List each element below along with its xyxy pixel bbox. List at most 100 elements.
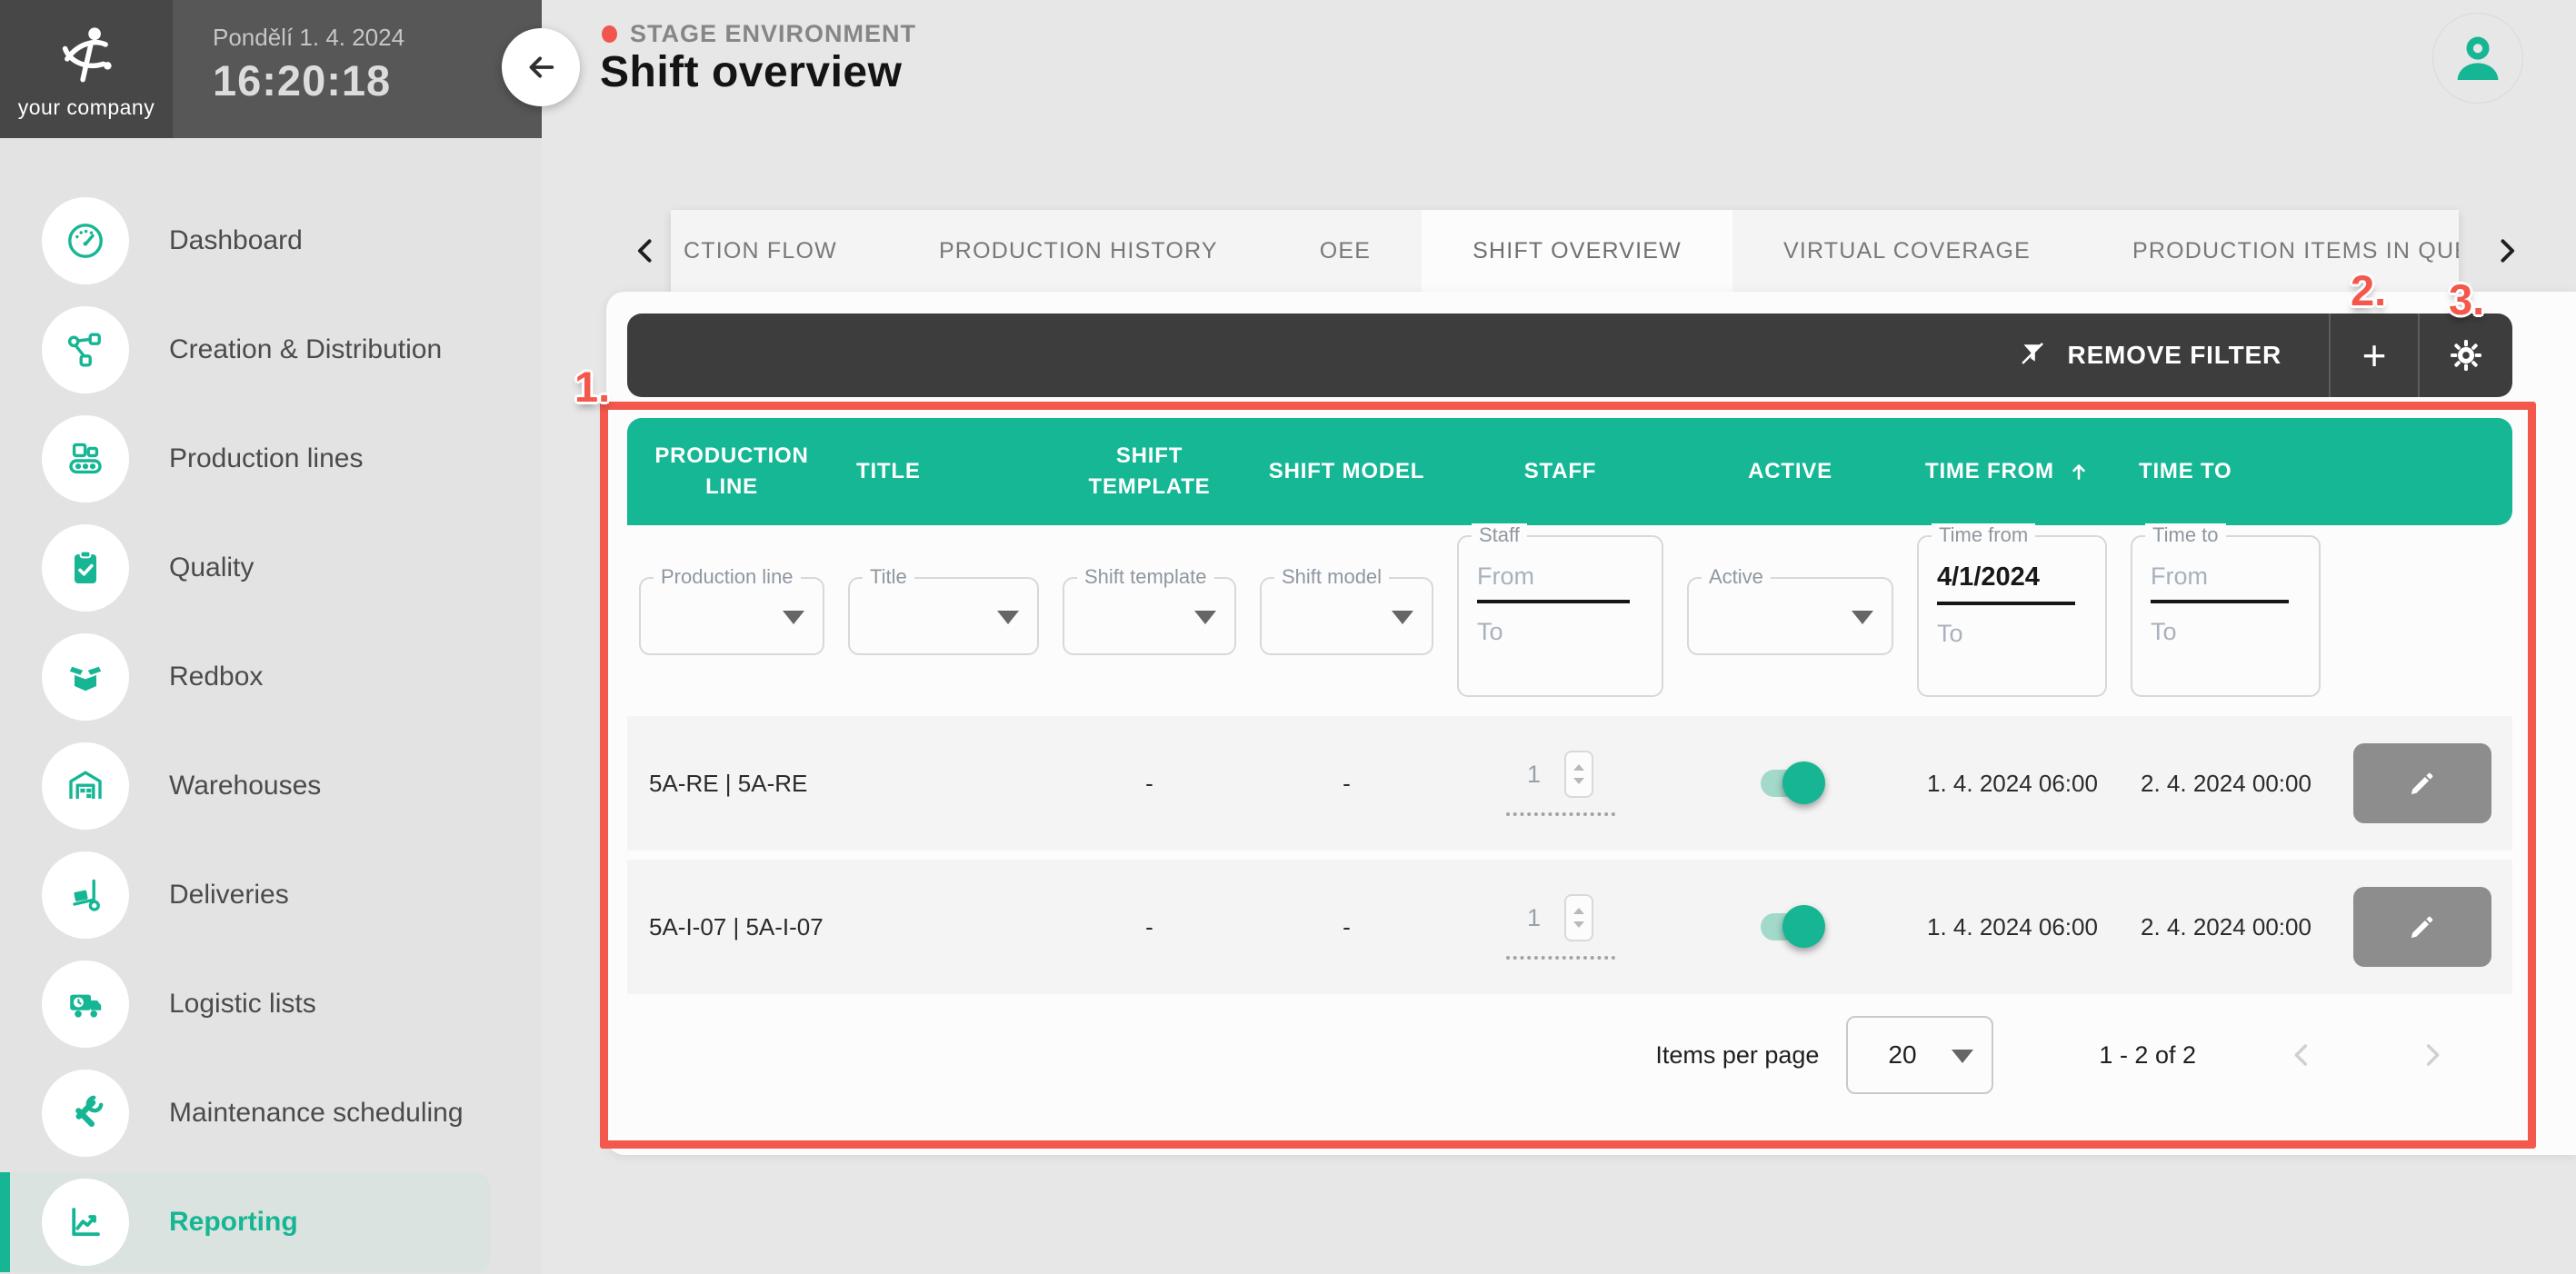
sidebar-item-label: Quality [169,552,254,583]
add-button[interactable]: + [2331,314,2418,397]
sidebar-item-maintenance-scheduling[interactable]: Maintenance scheduling [0,1059,542,1168]
stepper-arrows-icon[interactable] [1564,894,1593,941]
col-production-line[interactable]: PRODUCTION LINE [627,418,836,525]
filter-label: Shift model [1274,565,1389,589]
sidebar-nav: Dashboard Creation & Distribution Produc… [0,186,542,1274]
sidebar-item-reporting[interactable]: Reporting [0,1168,542,1274]
sidebar-item-logistic-lists[interactable]: Logistic lists [0,950,542,1059]
network-icon [64,328,107,372]
tools-icon [64,1091,107,1135]
clipboard-check-icon [64,546,107,590]
input-underline [2151,600,2289,603]
company-logo-icon [51,19,122,90]
sidebar-item-creation-distribution[interactable]: Creation & Distribution [0,295,542,404]
sidebar-item-redbox[interactable]: Redbox [0,622,542,732]
filter-title-select[interactable]: Title [848,577,1039,655]
edit-row-button[interactable] [2353,887,2491,967]
col-actions [2332,418,2512,525]
row-shift-template: - [1051,716,1248,851]
sidebar-item-label: Warehouses [169,771,321,801]
sidebar-item-warehouses[interactable]: Warehouses [0,732,542,841]
settings-button[interactable] [2420,314,2512,397]
page-prev-button[interactable] [2280,1032,2325,1078]
active-toggle[interactable] [1756,911,1825,942]
items-per-page-select[interactable]: 20 [1846,1016,1993,1094]
environment-label: STAGE ENVIRONMENT [630,20,916,48]
sidebar-item-production-lines[interactable]: Production lines [0,404,542,513]
active-toggle[interactable] [1756,768,1825,799]
filter-shift-model-select[interactable]: Shift model [1260,577,1433,655]
sidebar-item-dashboard[interactable]: Dashboard [0,186,542,295]
col-shift-template[interactable]: SHIFT TEMPLATE [1051,418,1248,525]
tabs-scroll-right-button[interactable] [2485,230,2527,272]
tab-virtual-coverage[interactable]: VIRTUAL COVERAGE [1732,210,2082,292]
truck-clock-icon [64,982,107,1026]
tab-shift-overview[interactable]: SHIFT OVERVIEW [1422,210,1732,292]
staff-to-input[interactable]: To [1477,618,1643,646]
tab-production-flow[interactable]: CTION FLOW [671,210,888,292]
time-from-to-input[interactable]: To [1937,620,2087,648]
sidebar-item-label: Reporting [169,1207,298,1238]
user-avatar[interactable] [2432,13,2523,104]
time-to-from-input[interactable]: From [2151,562,2301,591]
input-underline [1937,602,2075,605]
annotation-1: 1. [574,362,610,412]
pagination-range: 1 - 2 of 2 [2099,1041,2196,1070]
filter-row: Production line Title Shift template Shi… [627,525,2512,707]
sort-asc-icon [2067,460,2091,483]
staff-stepper[interactable]: 1 [1506,894,1615,960]
staff-stepper[interactable]: 1 [1506,751,1615,816]
row-time-from: 1. 4. 2024 06:00 [1905,716,2119,851]
page-next-button[interactable] [2409,1032,2454,1078]
tab-production-items-in-queue[interactable]: PRODUCTION ITEMS IN QUEUE [2082,210,2459,292]
row-time-from: 1. 4. 2024 06:00 [1905,860,2119,994]
tabs-scroll-left-button[interactable] [625,230,667,272]
time-from-from-input[interactable]: 4/1/2024 [1937,562,2087,592]
row-shift-model: - [1248,860,1445,994]
row-production-line: 5A-RE | 5A-RE [627,716,836,851]
sidebar-item-label: Deliveries [169,880,289,911]
sidebar-item-deliveries[interactable]: Deliveries [0,841,542,950]
filter-label: Time from [1932,523,2035,547]
datetime-block: Pondělí 1. 4. 2024 16:20:18 [173,0,542,138]
col-staff[interactable]: STAFF [1445,418,1675,525]
items-per-page-label: Items per page [1655,1041,1819,1070]
filter-shift-template-select[interactable]: Shift template [1063,577,1236,655]
back-button[interactable] [502,28,580,106]
add-icon: + [2362,331,2387,380]
row-shift-template: - [1051,860,1248,994]
col-time-to[interactable]: TIME TO [2119,418,2332,525]
filter-label: Shift template [1077,565,1214,589]
col-time-from[interactable]: TIME FROM [1905,418,2119,525]
edit-row-button[interactable] [2353,743,2491,823]
items-per-page-value: 20 [1888,1040,1916,1070]
table-row: 5A-I-07 | 5A-I-07 - - 1 1. 4. 2024 06:00… [627,860,2512,994]
settings-gear-icon [2448,337,2484,373]
main-area: STAGE ENVIRONMENT Shift overview CTION F… [542,0,2576,1274]
stepper-arrows-icon[interactable] [1564,751,1593,798]
filter-active-select[interactable]: Active [1687,577,1893,655]
input-underline [1477,600,1630,603]
open-box-icon [64,655,107,699]
table-toolbar: REMOVE FILTER + [627,314,2512,397]
row-time-to: 2. 4. 2024 00:00 [2119,860,2332,994]
time-to-to-input[interactable]: To [2151,618,2301,646]
content-card: REMOVE FILTER + [606,292,2576,1155]
page-title: Shift overview [600,47,902,97]
col-shift-model[interactable]: SHIFT MODEL [1248,418,1445,525]
remove-filter-label: REMOVE FILTER [2068,341,2281,370]
chevron-down-icon [1392,611,1413,624]
staff-from-input[interactable]: From [1477,562,1643,591]
staff-value: 1 [1527,761,1541,789]
remove-filter-button[interactable]: REMOVE FILTER [1970,314,2329,397]
tab-oee[interactable]: OEE [1269,210,1422,292]
chevron-down-icon [997,611,1019,624]
tab-bar: CTION FLOW PRODUCTION HISTORY OEE SHIFT … [671,210,2459,292]
col-title[interactable]: TITLE [836,418,1051,525]
filter-production-line-select[interactable]: Production line [639,577,824,655]
tab-production-history[interactable]: PRODUCTION HISTORY [888,210,1269,292]
remove-filter-icon [2017,339,2050,372]
sidebar-item-quality[interactable]: Quality [0,513,542,622]
col-active[interactable]: ACTIVE [1675,418,1905,525]
row-time-to: 2. 4. 2024 00:00 [2119,716,2332,851]
